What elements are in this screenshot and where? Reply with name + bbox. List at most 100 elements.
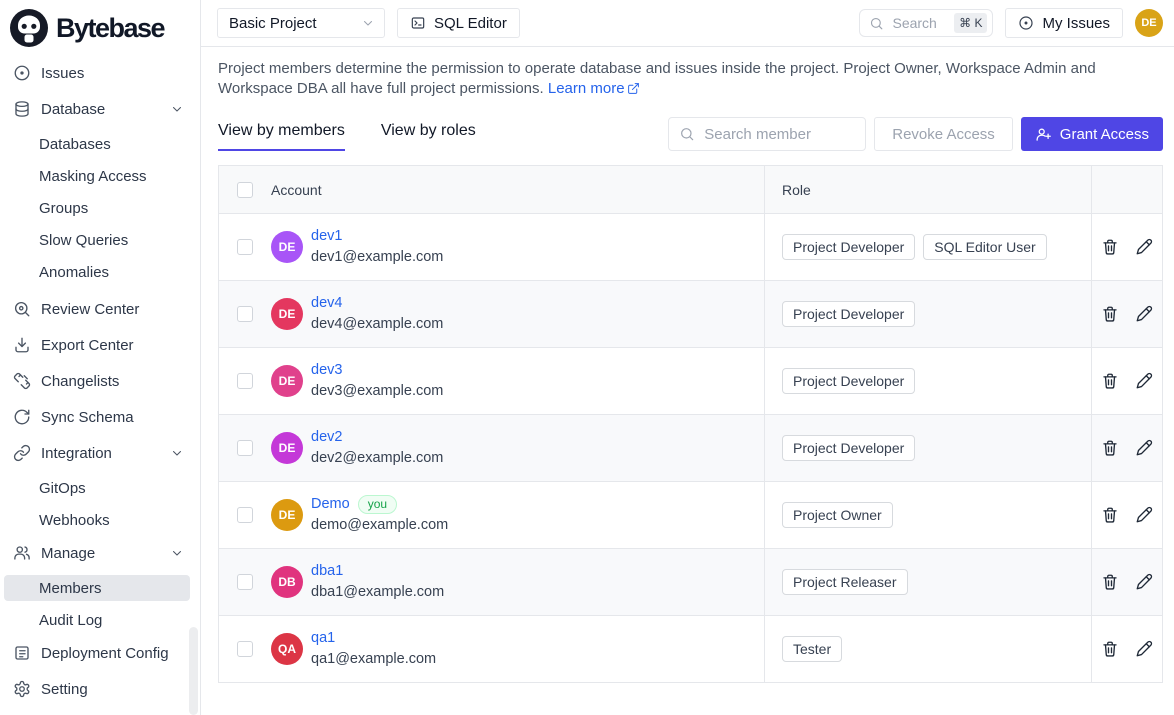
search-input[interactable] xyxy=(890,14,948,32)
edit-member-button[interactable] xyxy=(1135,238,1153,256)
avatar: DE xyxy=(271,298,303,330)
sidebar-nav: Issues Database Databases Masking Access Gro… xyxy=(0,57,200,703)
member-name-link[interactable]: dev1 xyxy=(311,226,342,247)
member-search[interactable] xyxy=(668,117,866,151)
sidebar-item-setting[interactable]: Setting xyxy=(4,675,190,703)
row-checkbox[interactable] xyxy=(237,641,253,657)
revoke-access-button[interactable]: Revoke Access xyxy=(874,117,1013,151)
sidebar-item-label: Review Center xyxy=(41,301,139,318)
edit-icon xyxy=(1135,573,1153,591)
project-select[interactable]: Basic Project xyxy=(217,8,385,38)
sidebar-item-anomalies[interactable]: Anomalies xyxy=(4,259,190,285)
account-text: dev4dev4@example.com xyxy=(311,293,443,335)
user-avatar[interactable]: DE xyxy=(1135,9,1163,37)
row-checkbox[interactable] xyxy=(237,373,253,389)
sidebar-item-webhooks[interactable]: Webhooks xyxy=(4,507,190,533)
edit-member-button[interactable] xyxy=(1135,439,1153,457)
member-name-link[interactable]: dba1 xyxy=(311,561,343,582)
edit-member-button[interactable] xyxy=(1135,305,1153,323)
member-search-input[interactable] xyxy=(702,125,855,144)
sidebar-item-deployment-config[interactable]: Deployment Config xyxy=(4,639,190,667)
sidebar-item-issues[interactable]: Issues xyxy=(4,59,190,87)
sidebar-scrollbar[interactable] xyxy=(189,627,198,715)
member-name-link[interactable]: qa1 xyxy=(311,628,335,649)
sidebar-item-slow-queries[interactable]: Slow Queries xyxy=(4,227,190,253)
sidebar-item-database[interactable]: Database xyxy=(4,95,190,123)
delete-member-button[interactable] xyxy=(1101,238,1119,256)
edit-icon xyxy=(1135,305,1153,323)
sidebar-item-sync-schema[interactable]: Sync Schema xyxy=(4,403,190,431)
row-check-cell xyxy=(219,415,271,481)
sidebar-item-manage[interactable]: Manage xyxy=(4,539,190,567)
table-row: DEdev1dev1@example.comProject DeveloperS… xyxy=(219,213,1162,280)
delete-member-button[interactable] xyxy=(1101,439,1119,457)
member-email: dev4@example.com xyxy=(311,314,443,335)
column-header-actions xyxy=(1091,166,1162,213)
global-search[interactable]: ⌘ K xyxy=(859,9,993,37)
sidebar-item-groups[interactable]: Groups xyxy=(4,195,190,221)
delete-member-button[interactable] xyxy=(1101,305,1119,323)
sidebar-item-changelists[interactable]: Changelists xyxy=(4,367,190,395)
learn-more-link[interactable]: Learn more xyxy=(548,80,640,97)
member-name-link[interactable]: Demo xyxy=(311,494,350,515)
bytebase-logo-icon xyxy=(9,8,49,48)
sidebar-item-masking-access[interactable]: Masking Access xyxy=(4,163,190,189)
delete-member-button[interactable] xyxy=(1101,372,1119,390)
member-email: dev3@example.com xyxy=(311,381,443,402)
delete-member-button[interactable] xyxy=(1101,506,1119,524)
member-email: dev2@example.com xyxy=(311,448,443,469)
circle-dot-icon xyxy=(1018,15,1034,31)
members-table-body: DEdev1dev1@example.comProject DeveloperS… xyxy=(219,213,1162,682)
tab-view-by-roles[interactable]: View by roles xyxy=(381,122,476,151)
edit-member-button[interactable] xyxy=(1135,372,1153,390)
row-checkbox[interactable] xyxy=(237,306,253,322)
sidebar-item-review-center[interactable]: Review Center xyxy=(4,295,190,323)
role-badge: Project Developer xyxy=(782,368,915,394)
row-checkbox[interactable] xyxy=(237,574,253,590)
sql-editor-button[interactable]: SQL Editor xyxy=(397,8,520,38)
sidebar-item-integration[interactable]: Integration xyxy=(4,439,190,467)
export-center-icon xyxy=(13,336,31,354)
edit-member-button[interactable] xyxy=(1135,640,1153,658)
app-window: Bytebase Issues Database Databases Masking … xyxy=(0,0,1174,715)
sidebar-item-label: Manage xyxy=(41,545,95,562)
column-header-account: Account xyxy=(271,166,764,213)
sidebar-item-databases[interactable]: Databases xyxy=(4,131,190,157)
account-text: Demoyoudemo@example.com xyxy=(311,494,448,536)
members-table: Account Role DEdev1dev1@example.comProje… xyxy=(218,165,1163,683)
edit-member-button[interactable] xyxy=(1135,506,1153,524)
sidebar-item-members[interactable]: Members xyxy=(4,575,190,601)
sidebar-item-gitops[interactable]: GitOps xyxy=(4,475,190,501)
row-checkbox[interactable] xyxy=(237,239,253,255)
sidebar: Bytebase Issues Database Databases Masking … xyxy=(0,0,201,715)
account-cell: DEDemoyoudemo@example.com xyxy=(271,482,764,548)
actions-cell xyxy=(1091,549,1162,615)
delete-member-button[interactable] xyxy=(1101,573,1119,591)
sidebar-item-export-center[interactable]: Export Center xyxy=(4,331,190,359)
edit-icon xyxy=(1135,238,1153,256)
account-text: qa1qa1@example.com xyxy=(311,628,436,670)
tab-view-by-members[interactable]: View by members xyxy=(218,122,345,151)
deployment-config-icon xyxy=(13,644,31,662)
member-name-link[interactable]: dev2 xyxy=(311,427,342,448)
member-name-link[interactable]: dev3 xyxy=(311,360,342,381)
setting-icon xyxy=(13,680,31,698)
sidebar-item-label: Setting xyxy=(41,681,88,698)
trash-icon xyxy=(1101,305,1119,323)
my-issues-button[interactable]: My Issues xyxy=(1005,8,1123,38)
sidebar-item-audit-log[interactable]: Audit Log xyxy=(4,607,190,633)
row-checkbox[interactable] xyxy=(237,507,253,523)
actions-cell xyxy=(1091,348,1162,414)
avatar: DE xyxy=(271,432,303,464)
row-checkbox[interactable] xyxy=(237,440,253,456)
brand-header[interactable]: Bytebase xyxy=(0,0,200,57)
delete-member-button[interactable] xyxy=(1101,640,1119,658)
edit-member-button[interactable] xyxy=(1135,573,1153,591)
select-all-checkbox[interactable] xyxy=(237,182,253,198)
sidebar-item-label: Changelists xyxy=(41,373,119,390)
member-name-link[interactable]: dev4 xyxy=(311,293,342,314)
sidebar-item-label: Audit Log xyxy=(39,612,102,629)
grant-access-button[interactable]: Grant Access xyxy=(1021,117,1163,151)
avatar: QA xyxy=(271,633,303,665)
avatar: DE xyxy=(271,499,303,531)
